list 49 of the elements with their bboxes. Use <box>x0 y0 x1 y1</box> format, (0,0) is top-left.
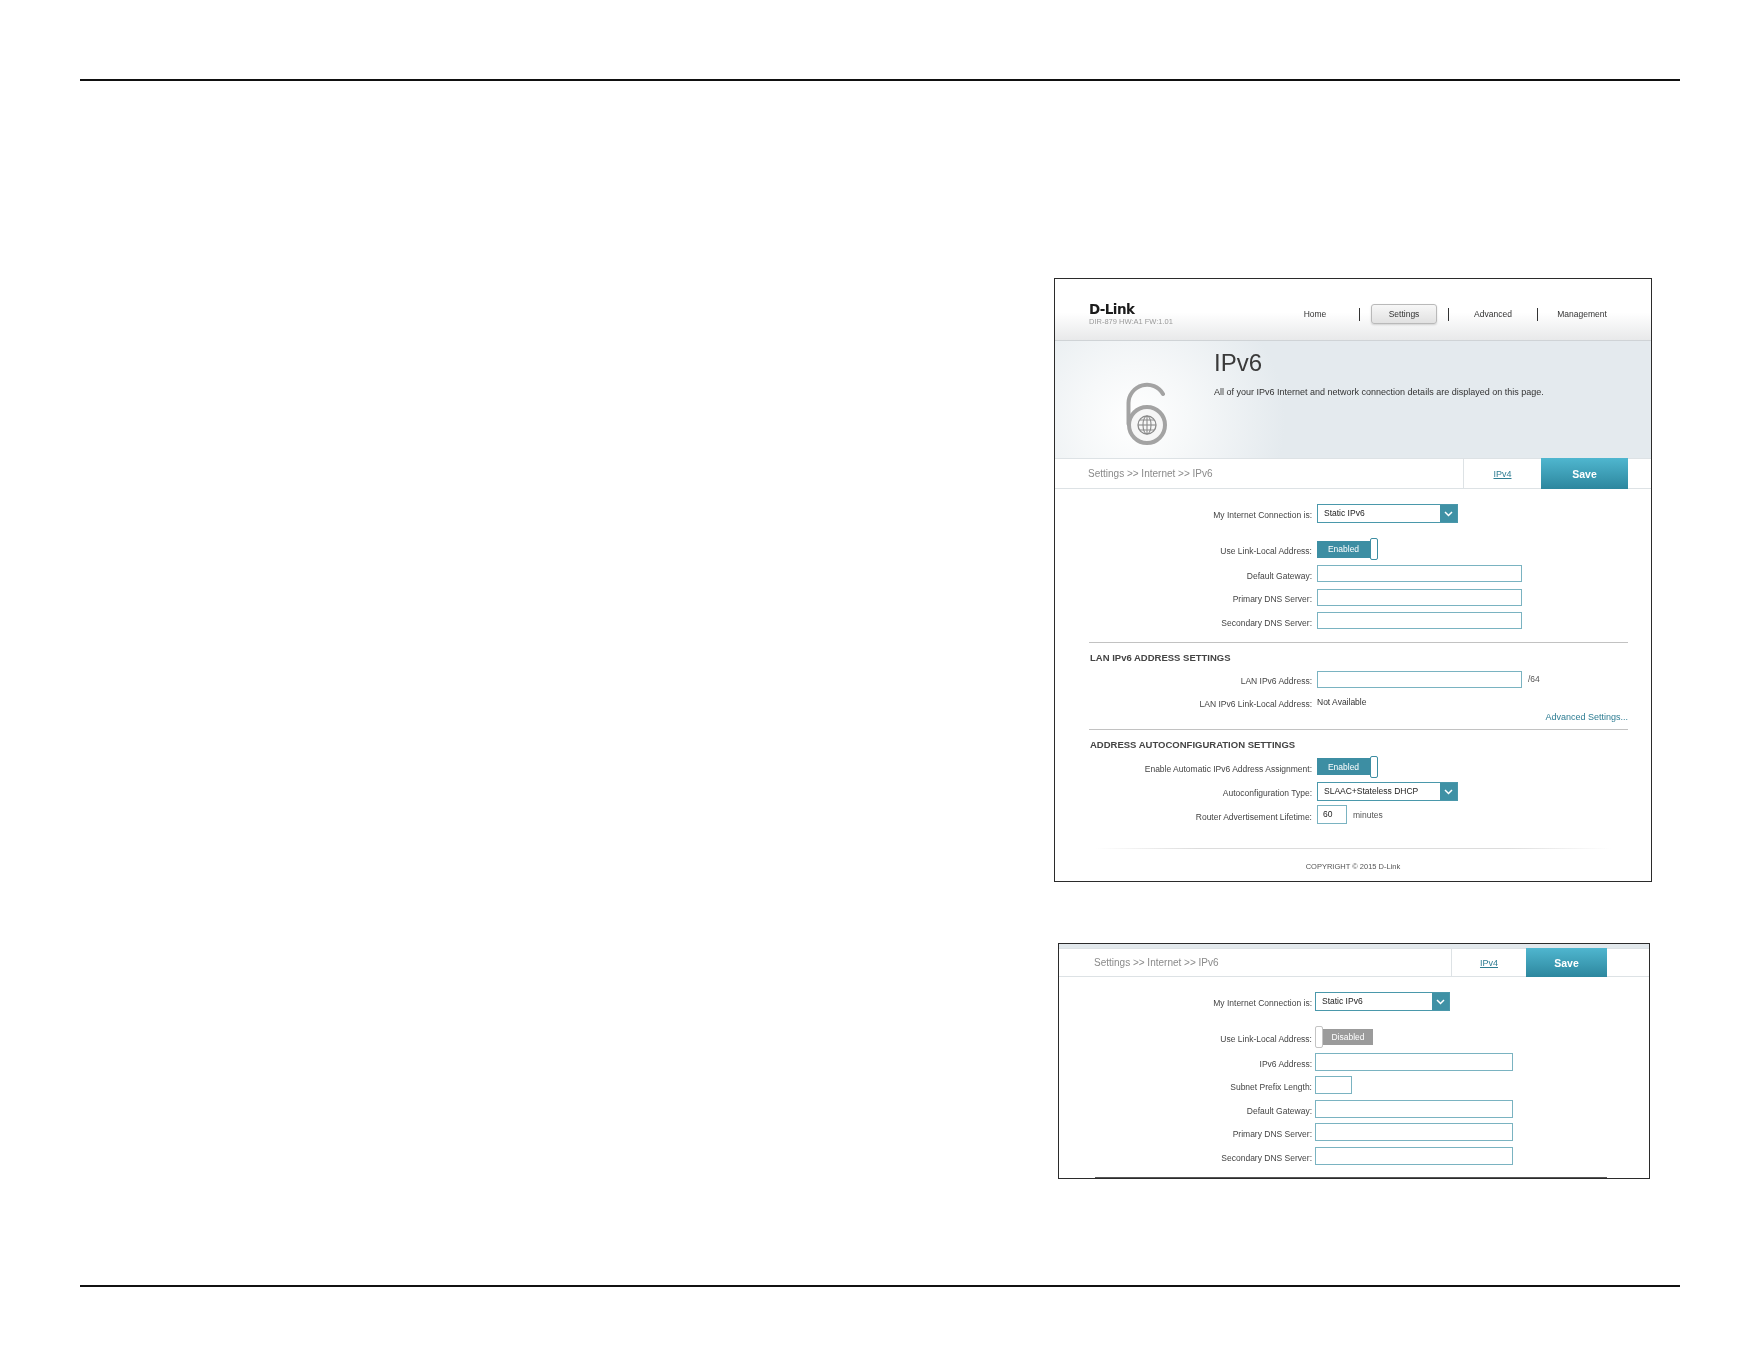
field-label: Autoconfiguration Type: <box>1222 788 1312 798</box>
field-label: Use Link-Local Address: <box>1220 1034 1312 1044</box>
text-field[interactable] <box>1315 1076 1352 1094</box>
text-field[interactable] <box>1317 588 1522 606</box>
field-label: My Internet Connection is: <box>1213 510 1312 520</box>
page-title: IPv6 <box>1214 349 1263 377</box>
dropdown-select[interactable]: Static IPv6 <box>1315 991 1450 1011</box>
field-label: Secondary DNS Server: <box>1221 617 1312 628</box>
breadcrumb: Settings >> Internet >> IPv6 <box>1088 468 1213 479</box>
dropdown-select[interactable]: Static IPv6 <box>1317 503 1458 523</box>
field-label: Secondary DNS Server: <box>1221 1152 1312 1163</box>
open-lock-globe-icon <box>1125 382 1169 445</box>
field-label: Enable Automatic IPv6 Address Assignment: <box>1144 763 1312 774</box>
field-value: Not Available <box>1317 696 1367 707</box>
nav-tab[interactable]: Management <box>1549 304 1615 324</box>
field-label: IPv6 Address: <box>1259 1058 1312 1069</box>
section-heading: ADDRESS AUTOCONFIGURATION SETTINGS <box>1090 738 1296 750</box>
nav-tab[interactable]: Home <box>1282 304 1348 324</box>
field-label: Primary DNS Server: <box>1232 594 1312 604</box>
nav-tab[interactable]: Advanced <box>1460 304 1526 324</box>
field-label: LAN IPv6 Link-Local Address: <box>1199 698 1312 709</box>
field-label: Primary DNS Server: <box>1232 1129 1312 1139</box>
chevron-down-icon <box>1432 992 1449 1010</box>
brand-logo: D-Link <box>1089 302 1135 316</box>
text-link[interactable]: Advanced Settings... <box>1545 711 1628 722</box>
chevron-down-icon <box>1440 782 1457 800</box>
text-field[interactable] <box>1317 670 1522 688</box>
chevron-down-icon <box>1440 504 1457 522</box>
field-label: Router Advertisement Lifetime: <box>1195 811 1312 822</box>
dropdown-select[interactable]: SLAAC+Stateless DHCP <box>1317 781 1458 801</box>
field-label: Default Gateway: <box>1246 570 1312 581</box>
field-label: Default Gateway: <box>1246 1105 1312 1116</box>
text-field[interactable] <box>1315 1146 1513 1165</box>
text-field[interactable]: 60 <box>1317 805 1347 824</box>
text-field[interactable] <box>1317 612 1522 629</box>
nav-tab[interactable]: Settings <box>1371 304 1437 324</box>
text-field[interactable] <box>1315 1123 1513 1141</box>
text-field[interactable] <box>1315 1099 1513 1118</box>
field-label: Use Link-Local Address: <box>1220 546 1312 556</box>
unit-label: minutes <box>1353 809 1383 820</box>
breadcrumb: Settings >> Internet >> IPv6 <box>1094 957 1219 968</box>
page-description: All of your IPv6 Internet and network connection details are displayed on this page. <box>1214 386 1544 398</box>
field-label: LAN IPv6 Address: <box>1240 676 1312 686</box>
text-field[interactable] <box>1315 1052 1513 1071</box>
text-field[interactable] <box>1317 565 1522 582</box>
field-label: My Internet Connection is: <box>1213 998 1312 1008</box>
unit-label: /64 <box>1528 674 1540 684</box>
field-label: Subnet Prefix Length: <box>1230 1082 1312 1092</box>
section-heading: LAN IPv6 ADDRESS SETTINGS <box>1090 652 1231 663</box>
